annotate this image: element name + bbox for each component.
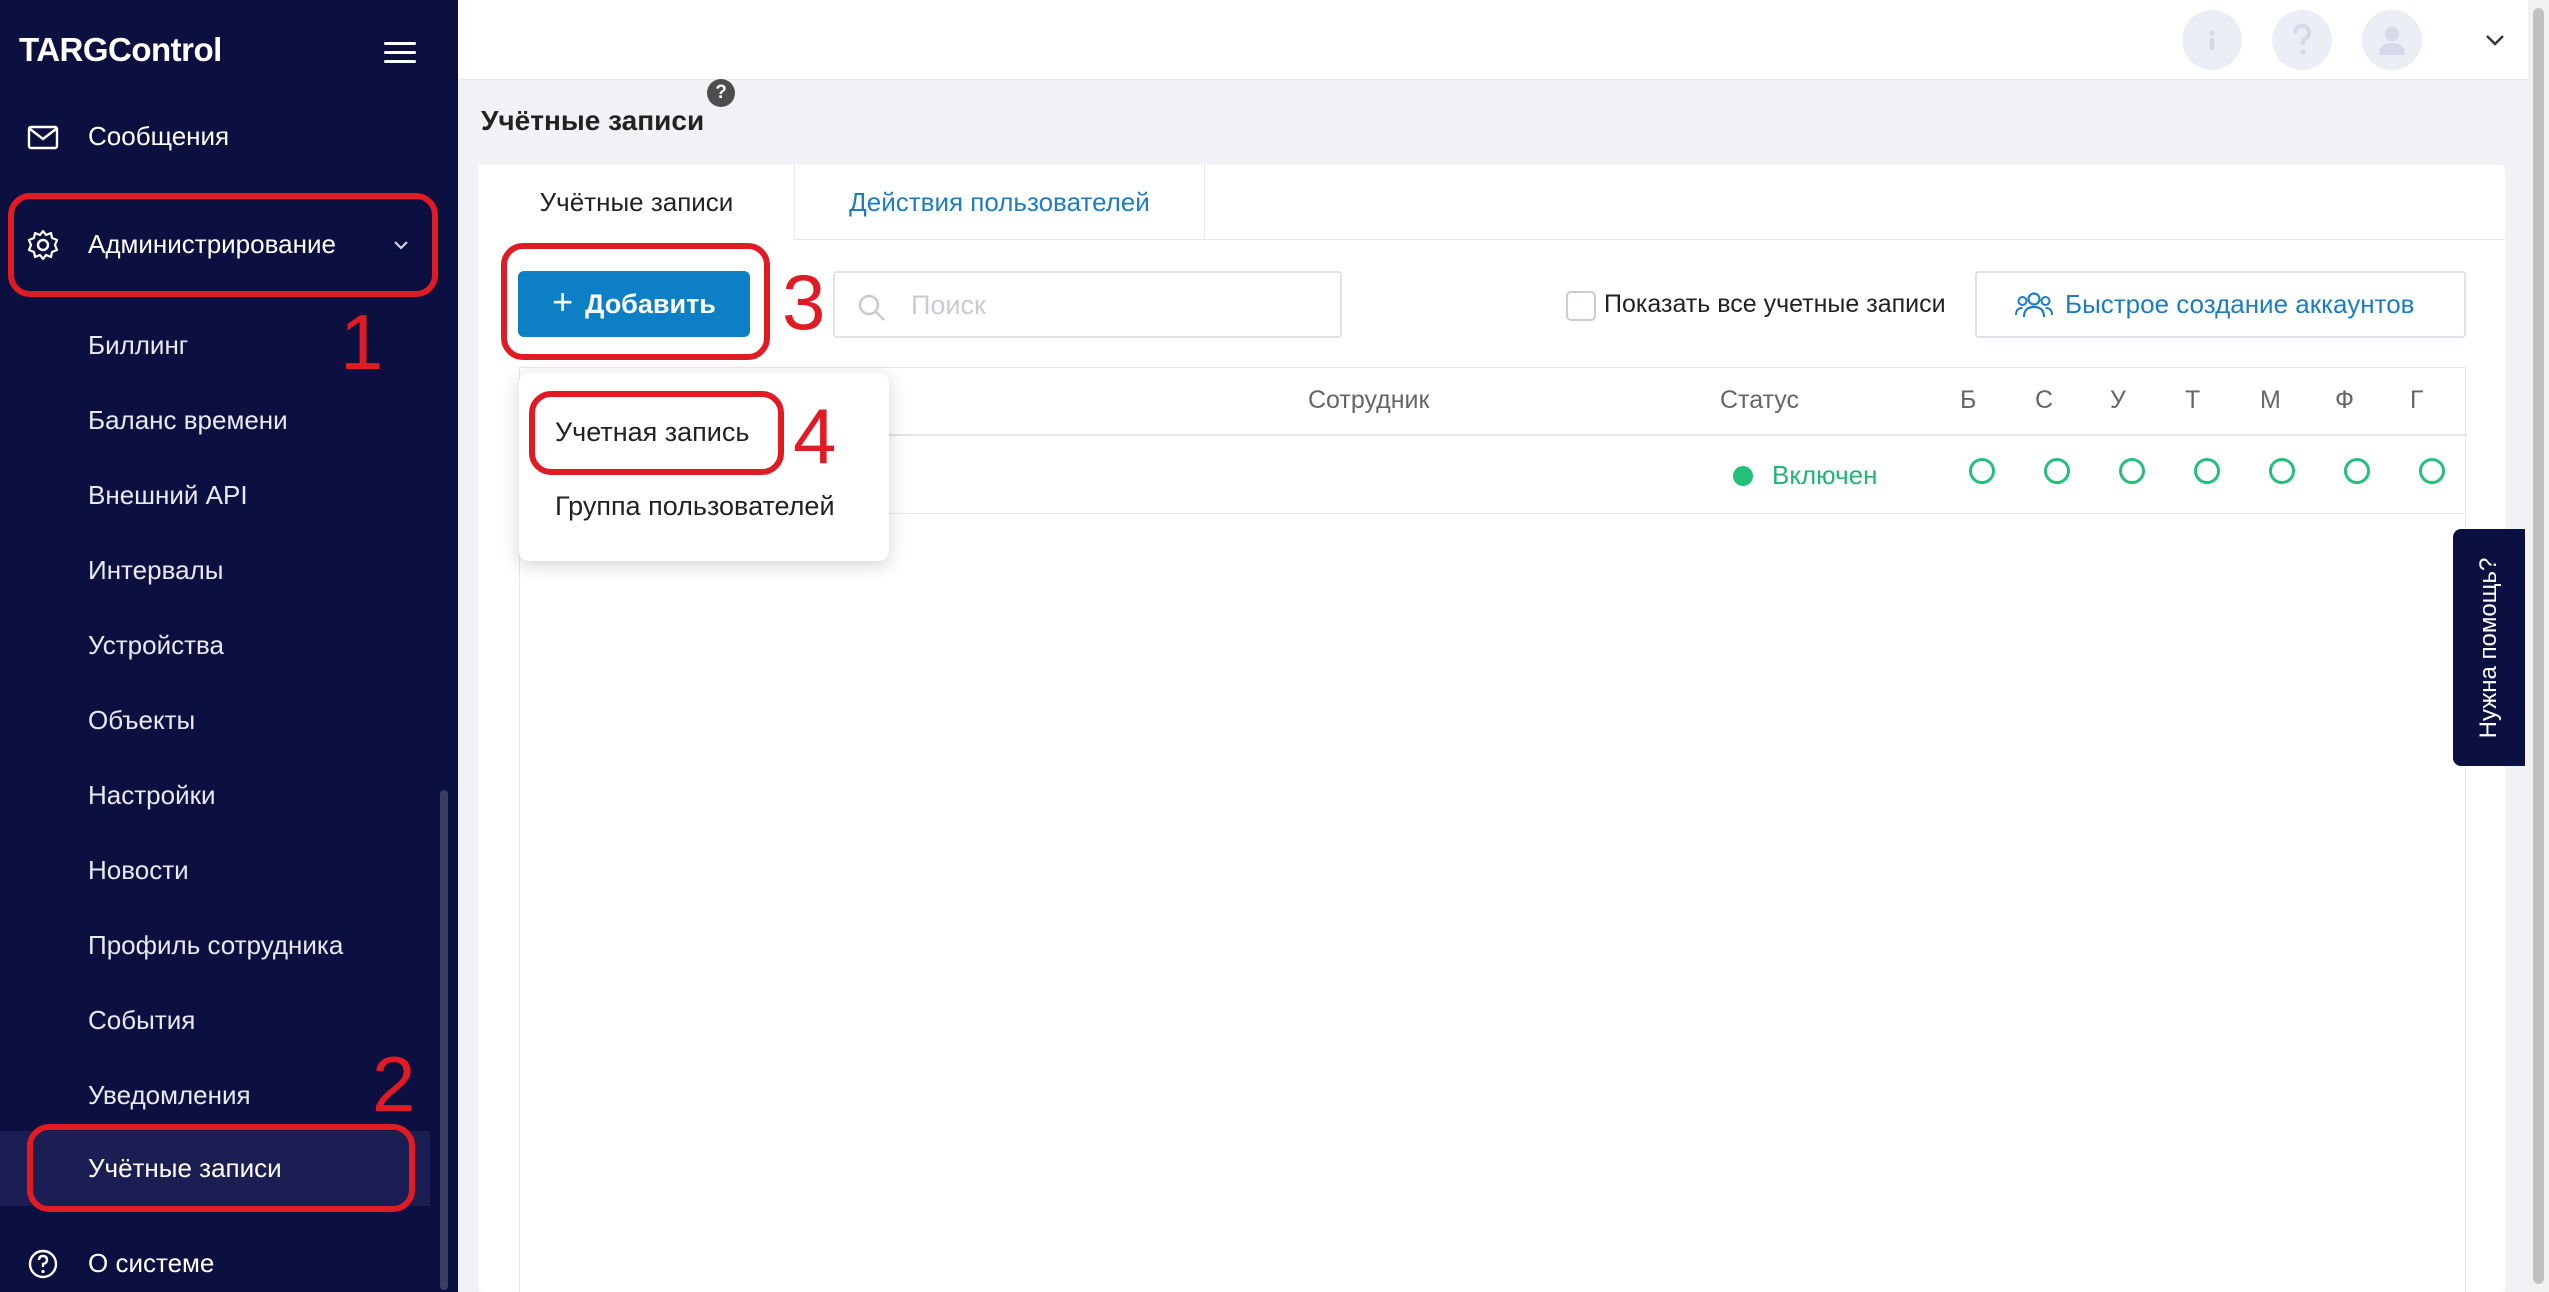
sidebar-item-about[interactable]: О системе xyxy=(0,1233,440,1292)
menu-item-user-group[interactable]: Группа пользователей xyxy=(555,491,835,522)
search-box[interactable] xyxy=(833,271,1342,338)
sidebar-subitem-time-balance[interactable]: Баланс времени xyxy=(0,390,430,450)
question-circle-icon xyxy=(28,1249,58,1279)
sidebar-item-label: О системе xyxy=(88,1247,215,1278)
column-header-status[interactable]: Статус xyxy=(1720,386,1799,415)
annotation-number-1: 1 xyxy=(340,298,384,386)
sidebar-subitem-settings[interactable]: Настройки xyxy=(0,765,430,825)
sidebar-item-label: Сообщения xyxy=(88,120,230,151)
annotation-box-2 xyxy=(27,1124,415,1212)
show-all-label: Показать все учетные записи xyxy=(1604,290,1946,318)
status-dot-icon xyxy=(1733,465,1753,486)
flag-circle-icon[interactable] xyxy=(2419,458,2445,484)
flag-circle-icon[interactable] xyxy=(2194,458,2220,484)
column-header-employee[interactable]: Сотрудник xyxy=(1308,386,1429,415)
sidebar-subitem-label: Уведомления xyxy=(88,1079,251,1110)
search-input[interactable] xyxy=(911,285,1311,325)
need-help-label: Нужна помощь? xyxy=(2475,557,2502,738)
status-label: Включен xyxy=(1772,460,1878,490)
sidebar-subitem-label: Настройки xyxy=(88,779,216,810)
sidebar-subitem-intervals[interactable]: Интервалы xyxy=(0,540,430,600)
annotation-number-2: 2 xyxy=(372,1040,416,1128)
status-badge: Включен xyxy=(1733,460,1877,491)
tab-bar: Учётные записи Действия пользователей xyxy=(479,165,2505,240)
quick-create-label: Быстрое создание аккаунтов xyxy=(2065,289,2415,319)
annotation-box-4 xyxy=(529,391,784,475)
page-help-icon[interactable]: ? xyxy=(707,79,735,107)
flag-circle-icon[interactable] xyxy=(2044,458,2070,484)
sidebar-subitem-label: Устройства xyxy=(88,629,225,660)
quick-create-accounts-button[interactable]: Быстрое создание аккаунтов xyxy=(1975,271,2466,338)
sidebar-item-messages[interactable]: Сообщения xyxy=(0,106,440,166)
page-scrollbar[interactable] xyxy=(2528,0,2549,1292)
column-header-flag: Ф xyxy=(2335,386,2355,414)
sidebar-subitem-objects[interactable]: Объекты xyxy=(0,690,430,750)
column-header-flag: М xyxy=(2260,386,2281,414)
sidebar-subitem-label: Биллинг xyxy=(88,329,189,360)
flag-circle-icon[interactable] xyxy=(2269,458,2295,484)
flag-circle-icon[interactable] xyxy=(1969,458,1995,484)
info-icon[interactable] xyxy=(2182,10,2242,70)
column-header-flag: Т xyxy=(2185,386,2201,414)
page-title: Учётные записи xyxy=(481,105,705,136)
column-header-flag: С xyxy=(2035,386,2054,414)
annotation-box-1 xyxy=(8,193,438,297)
topbar xyxy=(458,0,2528,80)
help-icon[interactable] xyxy=(2272,10,2332,70)
sidebar-subitem-external-api[interactable]: Внешний API xyxy=(0,465,430,525)
search-icon xyxy=(858,294,885,321)
sidebar-subitem-label: События xyxy=(88,1004,196,1035)
sidebar-subitem-news[interactable]: Новости xyxy=(0,840,430,900)
flag-circle-icon[interactable] xyxy=(2344,458,2370,484)
sidebar-subitem-label: Интервалы xyxy=(88,554,224,585)
annotation-number-4: 4 xyxy=(793,392,837,480)
sidebar-subitem-label: Профиль сотрудника xyxy=(88,929,344,960)
sidebar-subitem-label: Баланс времени xyxy=(88,404,288,435)
page-scrollbar-thumb[interactable] xyxy=(2533,8,2544,1284)
user-avatar-icon[interactable] xyxy=(2362,10,2422,70)
sidebar-subitem-events[interactable]: События xyxy=(0,990,430,1050)
annotation-number-3: 3 xyxy=(782,258,826,346)
sidebar-subitem-label: Объекты xyxy=(88,704,196,735)
sidebar-subitem-devices[interactable]: Устройства xyxy=(0,615,430,675)
sidebar-subitem-label: Новости xyxy=(88,854,189,885)
sidebar-subitem-employee-profile[interactable]: Профиль сотрудника xyxy=(0,915,430,975)
users-group-icon xyxy=(2015,292,2053,318)
column-header-flag: Б xyxy=(1960,386,1977,414)
mail-icon xyxy=(27,125,59,150)
sidebar-subitem-label: Внешний API xyxy=(88,479,248,510)
chevron-down-icon[interactable] xyxy=(2482,30,2508,50)
flag-circle-icon[interactable] xyxy=(2119,458,2145,484)
menu-burger-icon[interactable] xyxy=(384,38,420,66)
annotation-box-3 xyxy=(501,243,770,360)
column-header-flag: Г xyxy=(2410,386,2424,414)
sidebar-scrollbar[interactable] xyxy=(440,790,448,1290)
show-all-checkbox[interactable] xyxy=(1566,291,1596,321)
tab-accounts[interactable]: Учётные записи xyxy=(479,165,795,240)
column-header-flag: У xyxy=(2110,386,2126,414)
need-help-tab[interactable]: Нужна помощь? xyxy=(2453,529,2525,766)
sidebar-subitem-notifications[interactable]: Уведомления xyxy=(0,1065,430,1125)
tab-user-actions[interactable]: Действия пользователей xyxy=(795,165,1205,240)
app-logo: TARGControl xyxy=(19,31,222,68)
